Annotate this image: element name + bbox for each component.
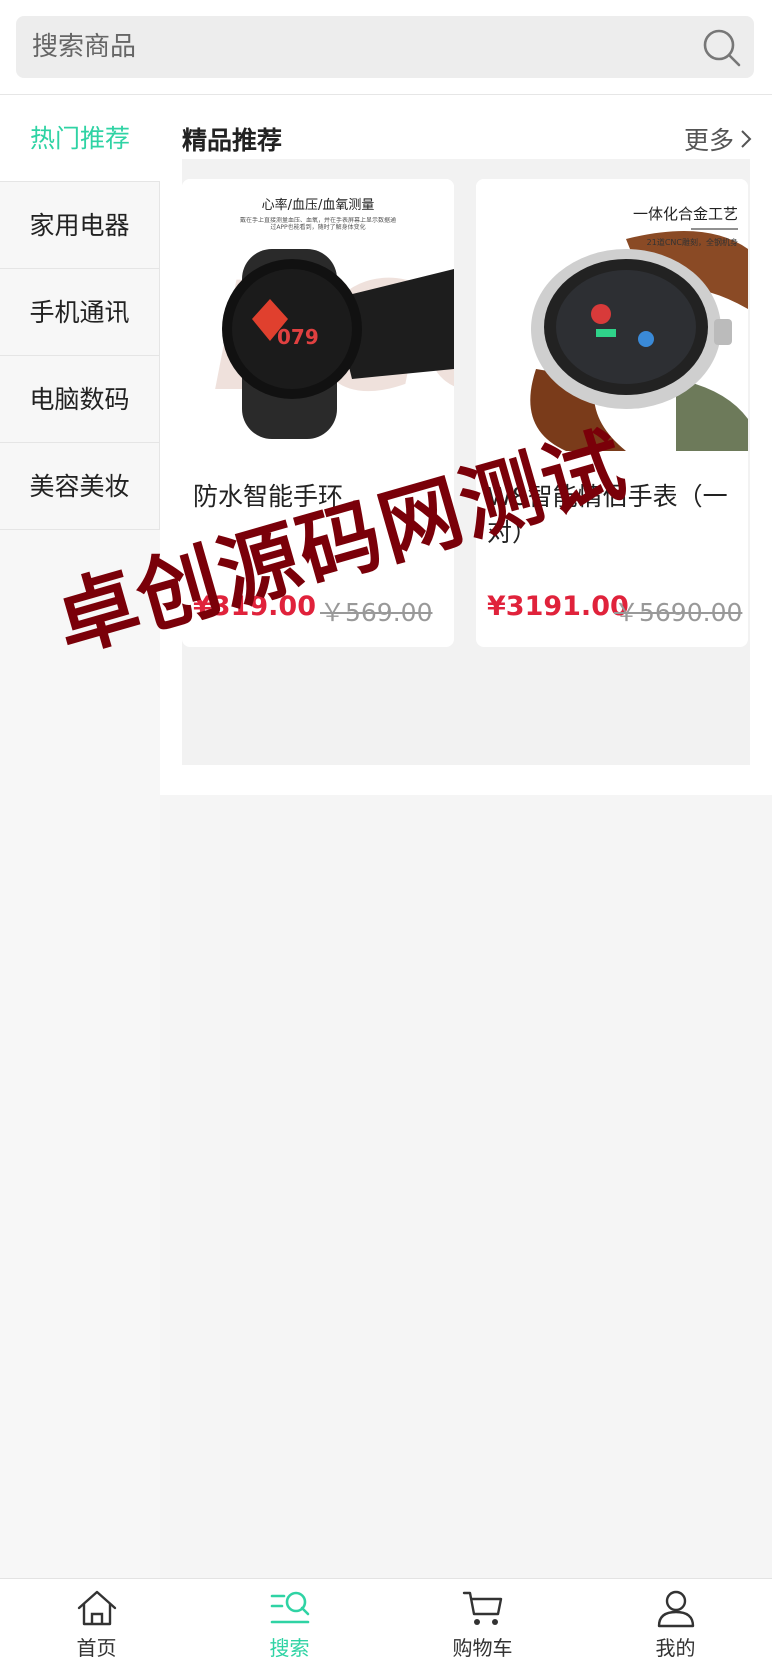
watch-reading: 079 bbox=[277, 325, 319, 349]
product-card[interactable]: 一体化合金工艺 21道CNC雕刻，全钢机身 W8智能情侣手表（一对） ¥3191… bbox=[476, 179, 748, 647]
sidebar-item-beauty[interactable]: 美容美妆 bbox=[0, 443, 160, 530]
category-sidebar: 热门推荐 家用电器 手机通讯 电脑数码 美容美妆 bbox=[0, 95, 160, 1578]
product-image[interactable]: ECG 079 心率/血压/血氧测量 戴在手上直接测量血压、血氧，并在手表屏幕上… bbox=[182, 179, 454, 451]
product-old-price: ￥5690.00 bbox=[614, 598, 743, 627]
tab-cart-label: 购物车 bbox=[452, 1635, 513, 1660]
user-icon bbox=[657, 1590, 694, 1627]
cart-icon bbox=[462, 1591, 502, 1625]
tab-home[interactable]: 首页 bbox=[0, 1579, 193, 1668]
search-box[interactable] bbox=[16, 16, 754, 78]
tab-cart[interactable]: 购物车 bbox=[386, 1579, 579, 1668]
tab-home-label: 首页 bbox=[76, 1635, 117, 1660]
more-label: 更多 bbox=[683, 126, 734, 155]
more-link[interactable]: 更多 bbox=[684, 121, 752, 157]
search-icon[interactable] bbox=[702, 28, 742, 68]
image-heading: 心率/血压/血氧测量 bbox=[262, 197, 375, 213]
top-bar bbox=[0, 0, 772, 95]
product-name[interactable]: W8智能情侣手表（一对） bbox=[487, 479, 737, 551]
product-price: ¥3191.00 bbox=[487, 591, 629, 622]
tab-search-label: 搜索 bbox=[269, 1635, 310, 1660]
image-subtext: 21道CNC雕刻，全钢机身 bbox=[647, 237, 738, 247]
image-subtext: 戴在手上直接测量血压、血氧，并在手表屏幕上显示数据通过APP也能看到，随时了解身… bbox=[239, 217, 396, 231]
tab-profile[interactable]: 我的 bbox=[579, 1579, 772, 1668]
sidebar-item-computers[interactable]: 电脑数码 bbox=[0, 356, 160, 443]
sidebar-item-appliances[interactable]: 家用电器 bbox=[0, 182, 160, 269]
recommend-panel: 精品推荐 更多 ECG 079 bbox=[160, 95, 772, 795]
product-name[interactable]: 防水智能手环 bbox=[193, 479, 443, 515]
section-title: 精品推荐 bbox=[182, 126, 283, 155]
tab-search[interactable]: 搜索 bbox=[193, 1579, 386, 1668]
content-area: 精品推荐 更多 ECG 079 bbox=[160, 95, 772, 1578]
chevron-right-icon bbox=[741, 130, 752, 148]
tab-profile-label: 我的 bbox=[655, 1635, 696, 1660]
image-heading: 一体化合金工艺 bbox=[633, 205, 738, 223]
product-grid: ECG 079 心率/血压/血氧测量 戴在手上直接测量血压、血氧，并在手表屏幕上… bbox=[182, 159, 750, 765]
product-price: ¥319.00 bbox=[193, 591, 316, 622]
sidebar-item-hot[interactable]: 热门推荐 bbox=[0, 95, 160, 182]
search-list-icon bbox=[270, 1591, 309, 1623]
sidebar-item-phones[interactable]: 手机通讯 bbox=[0, 269, 160, 356]
bottom-tab-bar: 首页 搜索 购物车 我的 bbox=[0, 1578, 772, 1668]
home-icon bbox=[77, 1590, 116, 1625]
product-old-price: ￥569.00 bbox=[320, 598, 433, 627]
search-input[interactable] bbox=[16, 16, 676, 78]
product-image[interactable]: 一体化合金工艺 21道CNC雕刻，全钢机身 bbox=[476, 179, 748, 451]
product-card[interactable]: ECG 079 心率/血压/血氧测量 戴在手上直接测量血压、血氧，并在手表屏幕上… bbox=[182, 179, 454, 647]
